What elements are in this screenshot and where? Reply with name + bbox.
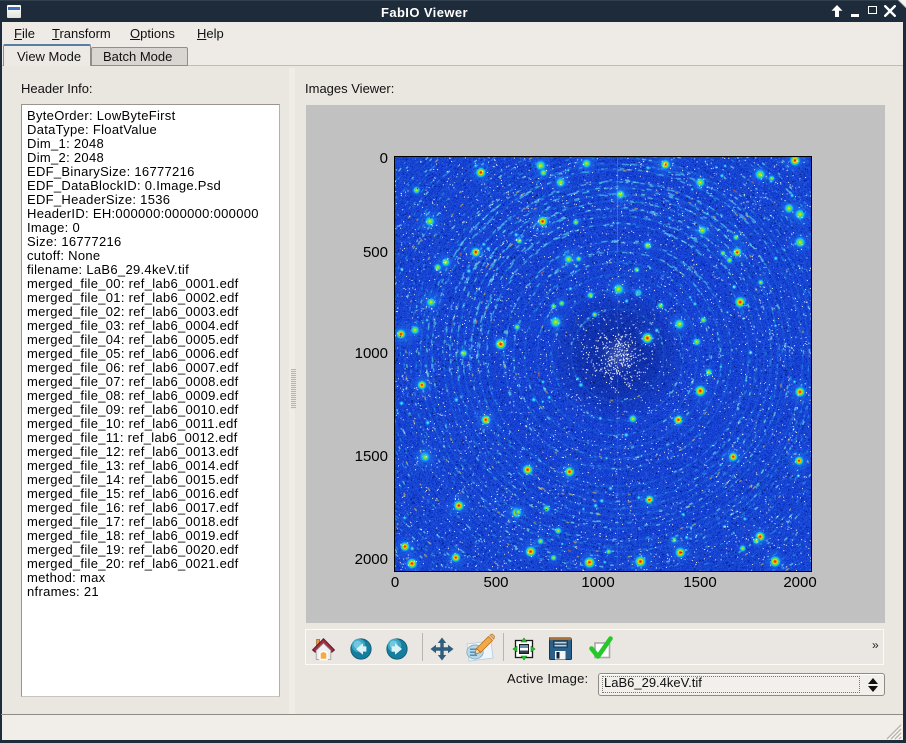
svg-text:»: » (872, 638, 879, 652)
